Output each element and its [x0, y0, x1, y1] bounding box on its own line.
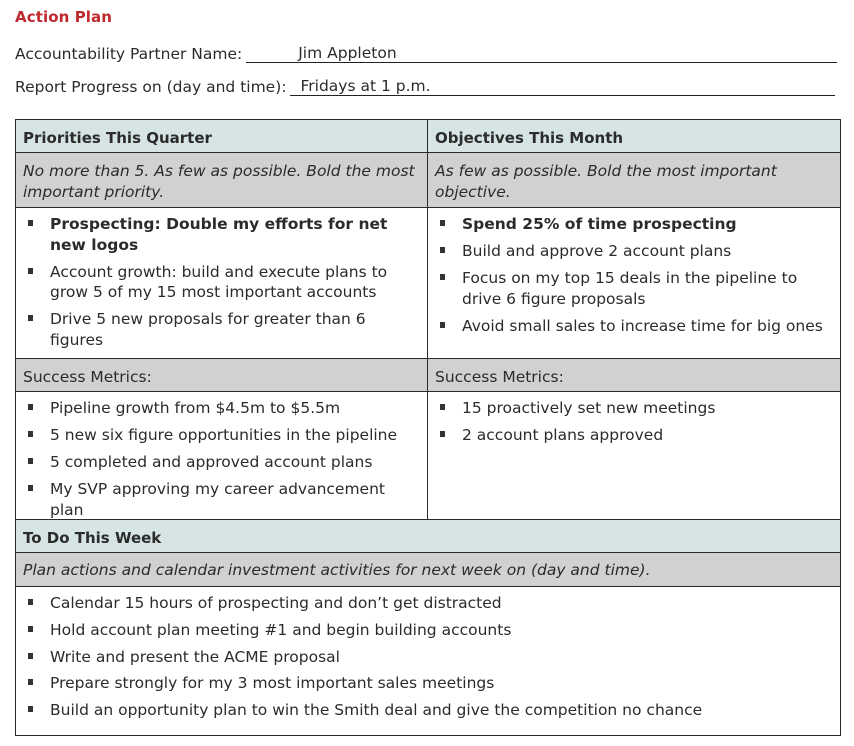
items-row: Prospecting: Double my efforts for net n…: [15, 207, 841, 359]
todo-item-text: Prepare strongly for my 3 most important…: [50, 674, 495, 693]
objective-item: Spend 25% of time prospecting: [435, 214, 834, 235]
todo-week-table: To Do This Week Plan actions and calenda…: [15, 519, 841, 736]
bullet-icon: [28, 404, 33, 410]
month-metric-item: 15 proactively set new meetings: [435, 398, 834, 419]
quarter-metrics-label: Success Metrics:: [15, 358, 428, 392]
month-instruction: As few as possible. Bold the most import…: [427, 152, 841, 208]
todo-item: Hold account plan meeting #1 and begin b…: [23, 620, 834, 641]
bullet-icon: [440, 404, 445, 410]
month-metric-item-text: 2 account plans approved: [462, 426, 664, 444]
report-progress-line[interactable]: Fridays at 1 p.m.: [290, 75, 835, 96]
bullet-icon: [440, 247, 445, 253]
todo-item: Prepare strongly for my 3 most important…: [23, 673, 834, 694]
instruction-row: No more than 5. As few as possible. Bold…: [15, 152, 841, 208]
quarter-header: Priorities This Quarter: [15, 119, 428, 153]
bullet-icon: [440, 431, 445, 437]
quarter-instruction: No more than 5. As few as possible. Bold…: [15, 152, 428, 208]
bullet-icon: [28, 458, 33, 464]
partner-name-field: Accountability Partner Name: Jim Appleto…: [15, 42, 837, 63]
bullet-icon: [440, 274, 445, 280]
objective-item: Build and approve 2 account plans: [435, 241, 834, 262]
objective-item: Avoid small sales to increase time for b…: [435, 316, 834, 337]
quarter-metric-item-text: 5 completed and approved account plans: [50, 453, 373, 471]
todo-items-row: Calendar 15 hours of prospecting and don…: [15, 586, 841, 736]
priority-item: Account growth: build and execute plans …: [23, 262, 421, 303]
month-metrics-list: 15 proactively set new meetings 2 account…: [428, 392, 840, 454]
quarter-metric-item: 5 new six figure opportunities in the pi…: [23, 425, 421, 446]
month-metrics-label: Success Metrics:: [427, 358, 841, 392]
todo-item-text: Build an opportunity plan to win the Smi…: [50, 701, 703, 720]
report-progress-value: Fridays at 1 p.m.: [300, 77, 431, 95]
todo-item: Calendar 15 hours of prospecting and don…: [23, 593, 834, 614]
month-header: Objectives This Month: [427, 119, 841, 153]
priorities-objectives-table: Priorities This Quarter Objectives This …: [15, 119, 841, 529]
quarter-metric-item-text: 5 new six figure opportunities in the pi…: [50, 426, 398, 444]
quarter-metric-item: 5 completed and approved account plans: [23, 452, 421, 473]
week-instruction: Plan actions and calendar investment act…: [15, 552, 841, 587]
week-todo-list: Calendar 15 hours of prospecting and don…: [16, 587, 840, 735]
bullet-icon: [28, 431, 33, 437]
month-metrics-cell: 15 proactively set new meetings 2 account…: [427, 391, 841, 529]
objective-item-text: Build and approve 2 account plans: [462, 242, 732, 260]
todo-item: Build an opportunity plan to win the Smi…: [23, 700, 834, 721]
metrics-row: Pipeline growth from $4.5m to $5.5m 5 new…: [15, 391, 841, 529]
priority-item: Prospecting: Double my efforts for net n…: [23, 214, 421, 255]
bullet-icon: [28, 220, 33, 226]
week-header: To Do This Week: [15, 519, 841, 553]
todo-instruction-row: Plan actions and calendar investment act…: [15, 552, 841, 587]
quarter-metrics-list: Pipeline growth from $4.5m to $5.5m 5 new…: [16, 392, 427, 528]
quarter-metric-item-text: My SVP approving my career advancement p…: [50, 480, 385, 519]
priority-item-text: Account growth: build and execute plans …: [50, 262, 388, 302]
report-progress-label: Report Progress on (day and time):: [15, 78, 287, 96]
quarter-metrics-cell: Pipeline growth from $4.5m to $5.5m 5 new…: [15, 391, 428, 529]
month-metric-item-text: 15 proactively set new meetings: [462, 399, 716, 417]
partner-name-label: Accountability Partner Name:: [15, 45, 243, 63]
priority-item-text: Drive 5 new proposals for greater than 6…: [50, 310, 366, 349]
bullet-icon: [28, 706, 33, 713]
week-items-cell: Calendar 15 hours of prospecting and don…: [15, 586, 841, 736]
bullet-icon: [28, 485, 33, 491]
quarter-metric-item-text: Pipeline growth from $4.5m to $5.5m: [50, 399, 341, 417]
todo-item-text: Calendar 15 hours of prospecting and don…: [50, 594, 502, 612]
priority-item: Drive 5 new proposals for greater than 6…: [23, 309, 421, 350]
partner-name-line[interactable]: Jim Appleton: [246, 42, 837, 63]
objective-item-text: Spend 25% of time prospecting: [462, 215, 737, 233]
bullet-icon: [28, 625, 33, 632]
bullet-icon: [28, 599, 33, 605]
header-row: Priorities This Quarter Objectives This …: [15, 119, 841, 153]
todo-item-text: Hold account plan meeting #1 and begin b…: [50, 620, 512, 639]
priority-item-text: Prospecting: Double my efforts for net n…: [50, 215, 388, 254]
bullet-icon: [28, 652, 33, 659]
bullet-icon: [28, 679, 33, 686]
objective-item-text: Avoid small sales to increase time for b…: [462, 316, 823, 335]
quarter-priorities-cell: Prospecting: Double my efforts for net n…: [15, 207, 428, 359]
bullet-icon: [440, 220, 445, 226]
page-title: Action Plan: [15, 8, 113, 26]
month-objectives-cell: Spend 25% of time prospecting Build and a…: [427, 207, 841, 359]
todo-item-text: Write and present the ACME proposal: [50, 647, 340, 666]
partner-name-value: Jim Appleton: [298, 44, 397, 62]
bullet-icon: [28, 267, 33, 274]
report-progress-field: Report Progress on (day and time): Frida…: [15, 75, 835, 96]
todo-item: Write and present the ACME proposal: [23, 647, 834, 668]
month-objectives-list: Spend 25% of time prospecting Build and a…: [428, 208, 840, 344]
bullet-icon: [28, 315, 33, 321]
quarter-metric-item: My SVP approving my career advancement p…: [23, 479, 421, 520]
quarter-priorities-list: Prospecting: Double my efforts for net n…: [16, 208, 427, 358]
objective-item-text: Focus on my top 15 deals in the pipeline…: [462, 269, 798, 308]
quarter-metric-item: Pipeline growth from $4.5m to $5.5m: [23, 398, 421, 419]
month-metric-item: 2 account plans approved: [435, 425, 834, 446]
todo-header-row: To Do This Week: [15, 519, 841, 553]
metrics-header-row: Success Metrics: Success Metrics:: [15, 358, 841, 392]
objective-item: Focus on my top 15 deals in the pipeline…: [435, 268, 834, 309]
bullet-icon: [440, 321, 445, 328]
